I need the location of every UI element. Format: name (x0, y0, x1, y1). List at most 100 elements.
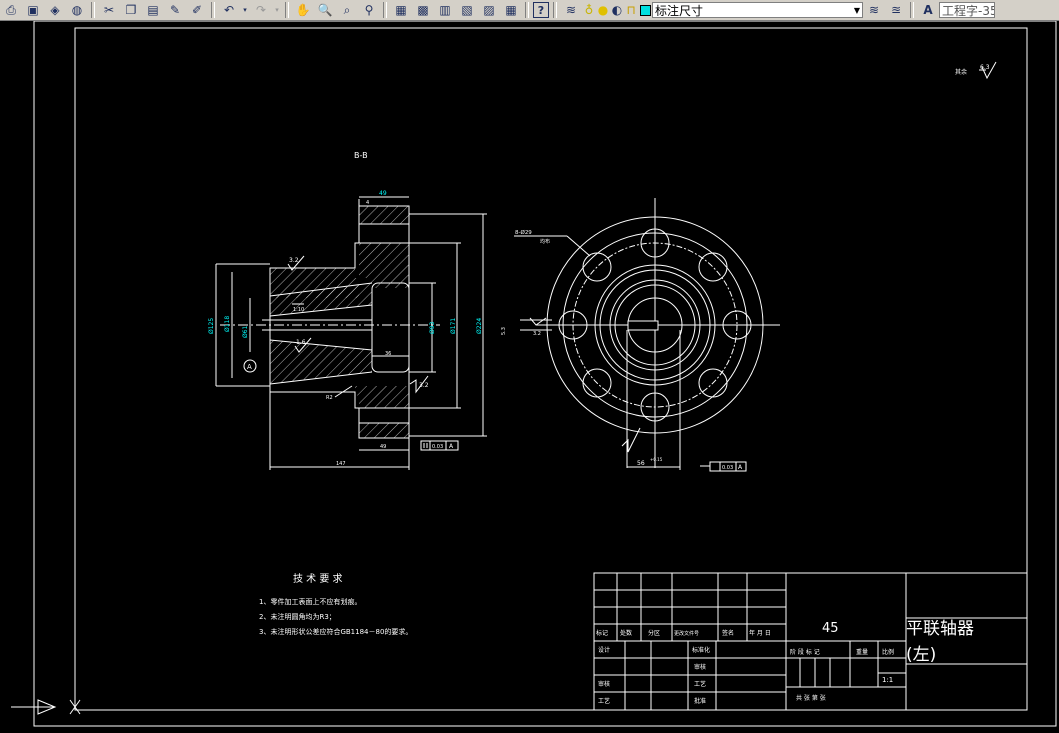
front-view (536, 198, 780, 468)
help-icon[interactable]: ? (533, 2, 549, 18)
toolbar-separator (91, 2, 95, 18)
layer-on-icon: ♁ (584, 3, 594, 17)
layer-vp-icon: ◐ (611, 3, 623, 17)
publish-icon[interactable]: ◈ (45, 1, 65, 19)
tol-b-datum: A (738, 464, 743, 471)
text-style-icon[interactable]: A (918, 1, 938, 19)
toolbar-separator (525, 2, 529, 18)
layer-color-icon (639, 1, 651, 19)
plot-preview-icon[interactable]: ▣ (23, 1, 43, 19)
toolbar-separator (285, 2, 289, 18)
tol-a-datum: A (449, 443, 454, 450)
markup-icon[interactable]: ▨ (479, 1, 499, 19)
toolbar-separator (211, 2, 215, 18)
undo-dropdown-icon[interactable]: ▾ (241, 1, 249, 19)
tb-ratio: 比例 (882, 648, 894, 656)
zoom-previous-icon[interactable]: ⚲ (359, 1, 379, 19)
dim-slope: 1:10 (293, 307, 304, 313)
dim-bottom-49: 49 (380, 444, 386, 450)
dim-holes-note: 均布 (540, 238, 550, 245)
web-icon[interactable]: ◍ (67, 1, 87, 19)
zoom-window-icon[interactable]: ⌕ (337, 1, 357, 19)
dim-r2: R2 (326, 395, 333, 401)
tb-doc: 更改文件号 (674, 630, 699, 637)
ucs-icon (11, 699, 81, 715)
tol-b: 0.03 (722, 465, 733, 471)
part-name-1: 平联轴器 (906, 619, 974, 639)
redo-dropdown-icon[interactable]: ▾ (273, 1, 281, 19)
cut-icon[interactable]: ✂ (99, 1, 119, 19)
roughness-note: 其余 (955, 68, 967, 76)
tb-design: 设计 (598, 646, 610, 654)
calculator-icon[interactable]: ▦ (501, 1, 521, 19)
outer-border (33, 20, 1057, 727)
layer-freeze-icon: ● (597, 3, 609, 17)
dim-top-width: 49 (379, 190, 387, 197)
tb-std: 标准化 (692, 646, 710, 654)
properties-icon[interactable]: ▦ (391, 1, 411, 19)
undo-icon[interactable]: ↶ (219, 1, 239, 19)
tb-sign: 签名 (722, 629, 734, 637)
dim-total-len: 147 (336, 461, 346, 467)
dim-key-tol: +0.15 (650, 457, 663, 462)
tb-zone: 分区 (648, 629, 660, 637)
block-editor-icon[interactable]: ✐ (187, 1, 207, 19)
toolbar-separator (910, 2, 914, 18)
section-view (220, 199, 440, 439)
tool-palettes-icon[interactable]: ▥ (435, 1, 455, 19)
chevron-down-icon: ▼ (853, 5, 860, 15)
dim-d93: Ø93 (429, 321, 436, 334)
layer-manager-icon[interactable]: ≋ (561, 1, 581, 19)
tb-sheets: 共 张 第 张 (796, 694, 826, 702)
dim-holes: 8-Ø29 (515, 229, 532, 236)
material-value: 45 (822, 621, 839, 636)
tb-mark: 标记 (596, 629, 608, 637)
dim-d224: Ø224 (476, 318, 483, 334)
make-layer-current-icon[interactable]: ≋ (864, 1, 884, 19)
standard-toolbar: ⎙ ▣ ◈ ◍ ✂ ❐ ▤ ✎ ✐ ↶ ▾ ↷ ▾ ✋ 🔍 ⌕ ⚲ ▦ ▩ ▥ … (0, 0, 1059, 21)
tb-stage: 阶 段 标 记 (790, 648, 820, 656)
tb-craft: 工艺 (598, 697, 610, 705)
tb-count: 处数 (620, 629, 632, 637)
text-style-name: 工程字-35 (942, 3, 995, 18)
dim-d125: Ø125 (208, 318, 215, 334)
zoom-realtime-icon[interactable]: 🔍 (315, 1, 335, 19)
dim-bore-len: 36 (385, 351, 391, 357)
layer-previous-icon[interactable]: ≊ (886, 1, 906, 19)
tb-weight: 重量 (856, 648, 868, 656)
dim-top-small: 4 (366, 200, 369, 206)
tb-approve-label: 工艺 (694, 680, 706, 688)
scale-value: 1:1 (882, 676, 893, 684)
rough-32a: 3.2 (289, 257, 299, 264)
roughness-value: 6.3 (980, 64, 990, 71)
copy-icon[interactable]: ❐ (121, 1, 141, 19)
tech-item-1: 1、零件加工表面上不应有划痕。 (259, 597, 361, 606)
tech-item-3: 3、未注明形状公差应符合GB1184－80的要求。 (259, 627, 412, 636)
rough-32c: 3.2 (533, 331, 541, 337)
dim-d118: Ø118 (224, 316, 231, 332)
paste-icon[interactable]: ▤ (143, 1, 163, 19)
pan-icon[interactable]: ✋ (293, 1, 313, 19)
dim-d61: Ø61 (242, 325, 249, 338)
layer-dropdown[interactable]: 标注尺寸 ▼ (652, 2, 863, 18)
datum-label: A (247, 363, 252, 371)
tb-approve: 批准 (694, 697, 706, 705)
tb-design-2: 审核 (694, 663, 706, 671)
toolbar-separator (383, 2, 387, 18)
rough-16: 1.6 (296, 339, 306, 346)
title-block (593, 572, 1028, 711)
redo-icon[interactable]: ↷ (251, 1, 271, 19)
toolbar-separator (553, 2, 557, 18)
text-style-dropdown[interactable]: 工程字-35 (939, 2, 995, 18)
layer-lock-icon: ⊓ (626, 3, 636, 17)
section-label: B-B (354, 151, 368, 160)
tech-title: 技 术 要 求 (293, 572, 343, 585)
match-properties-icon[interactable]: ✎ (165, 1, 185, 19)
sheet-set-icon[interactable]: ▧ (457, 1, 477, 19)
design-center-icon[interactable]: ▩ (413, 1, 433, 19)
drawing-canvas[interactable]: 其余 6.3 B-B 49 4 Ø125 Ø118 Ø61 Ø93 Ø171 Ø… (0, 20, 1059, 729)
tol-a: 0.03 (432, 444, 443, 450)
print-icon[interactable]: ⎙ (1, 1, 21, 19)
dim-d171: Ø171 (450, 318, 457, 334)
inner-frame (74, 27, 1028, 711)
